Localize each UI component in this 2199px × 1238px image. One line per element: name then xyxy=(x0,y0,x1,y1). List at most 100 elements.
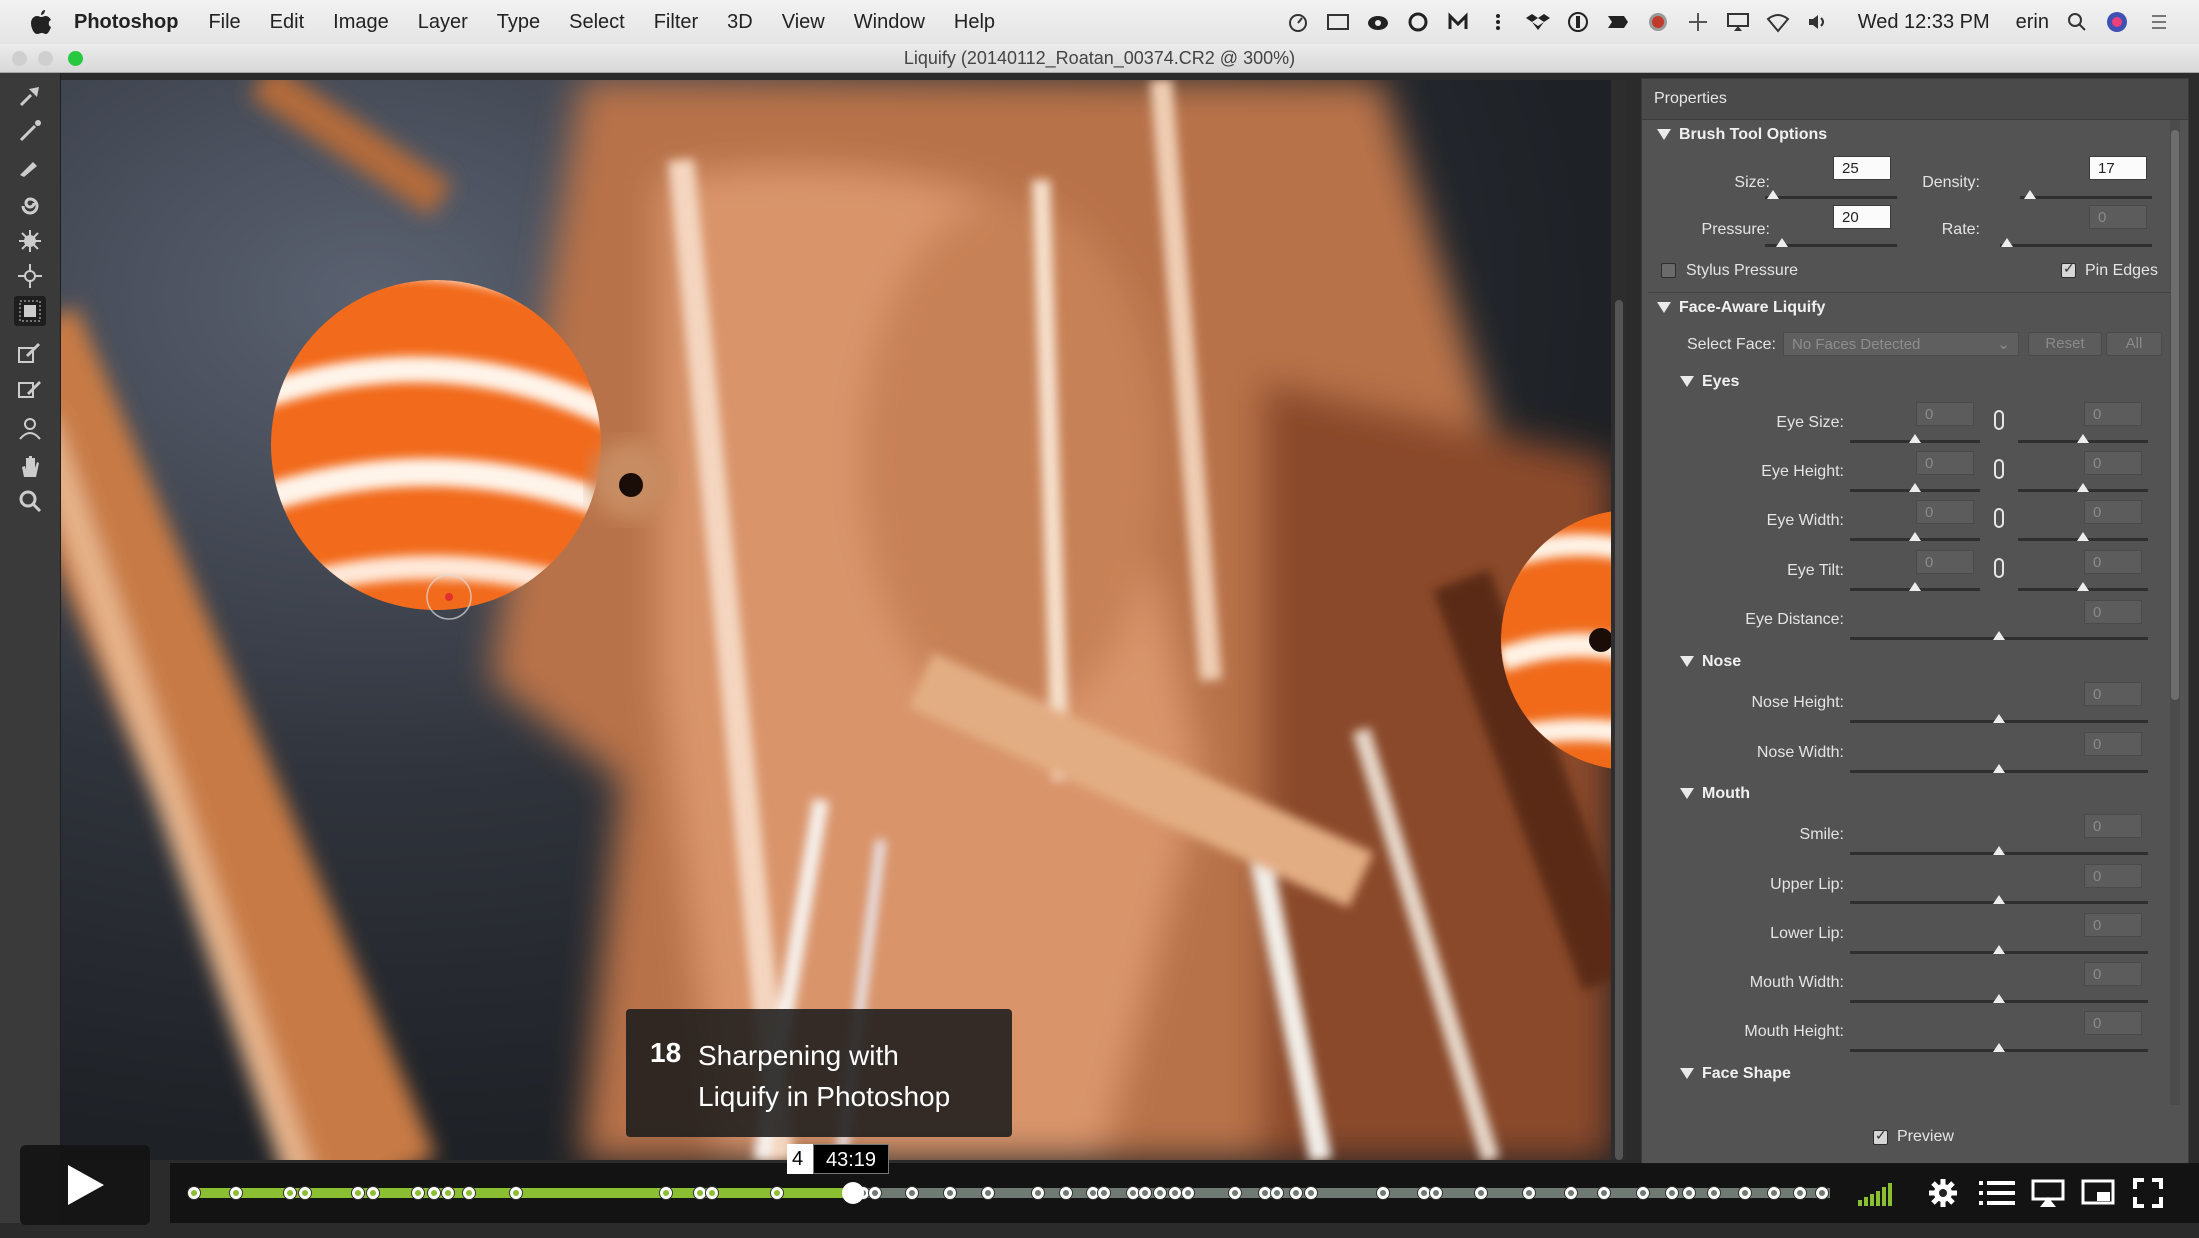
face-tool[interactable] xyxy=(14,413,46,443)
chapter-marker-dot[interactable] xyxy=(1794,1187,1806,1199)
chapter-marker-dot[interactable] xyxy=(442,1187,454,1199)
play-button[interactable] xyxy=(20,1145,150,1225)
chapter-marker-dot[interactable] xyxy=(694,1187,706,1199)
chapter-marker-dot[interactable] xyxy=(367,1187,379,1199)
reconstruct-tool[interactable] xyxy=(14,116,46,146)
record-icon[interactable] xyxy=(1646,10,1670,34)
chapter-marker-dot[interactable] xyxy=(1229,1187,1241,1199)
chapter-marker-dot[interactable] xyxy=(1377,1187,1389,1199)
density-slider-track[interactable] xyxy=(2020,196,2152,199)
chapter-marker-dot[interactable] xyxy=(1154,1187,1166,1199)
chapter-marker-dot[interactable] xyxy=(944,1187,956,1199)
chapter-marker-dot[interactable] xyxy=(1430,1187,1442,1199)
menu-window[interactable]: Window xyxy=(854,11,925,34)
face-shape-section-header[interactable]: Face Shape xyxy=(1680,1065,1791,1083)
chapter-marker-dot[interactable] xyxy=(1127,1187,1139,1199)
density-field[interactable]: 17 xyxy=(2089,156,2147,180)
minimize-window-button[interactable] xyxy=(38,51,53,66)
chapter-marker-dot[interactable] xyxy=(869,1187,881,1199)
canvas-scroll-thumb[interactable] xyxy=(1615,300,1623,1160)
push-left-tool[interactable] xyxy=(14,296,46,326)
freeze-mask-tool[interactable] xyxy=(14,338,46,368)
chapter-marker-dot[interactable] xyxy=(463,1187,475,1199)
airplay-display-icon[interactable] xyxy=(1726,10,1750,34)
chapter-marker-dot[interactable] xyxy=(230,1187,242,1199)
menu-clock[interactable]: Wed 12:33 PM xyxy=(1858,11,1990,34)
chapter-marker-dot[interactable] xyxy=(1032,1187,1044,1199)
apple-logo-icon[interactable] xyxy=(30,9,52,35)
siri-icon[interactable] xyxy=(2105,10,2129,34)
chapter-marker-dot[interactable] xyxy=(982,1187,994,1199)
speedometer-icon[interactable] xyxy=(1286,10,1310,34)
chapter-marker-dot[interactable] xyxy=(1418,1187,1430,1199)
volume-bars-icon[interactable] xyxy=(1858,1173,1898,1213)
menu-help[interactable]: Help xyxy=(954,11,995,34)
chapter-marker-dot[interactable] xyxy=(1683,1187,1695,1199)
menu-edit[interactable]: Edit xyxy=(270,11,304,34)
zoom-tool[interactable] xyxy=(14,486,46,516)
menu-layer[interactable]: Layer xyxy=(418,11,468,34)
chapter-marker-dot[interactable] xyxy=(1708,1187,1720,1199)
hand-tool[interactable] xyxy=(14,451,46,481)
chapter-marker-dot[interactable] xyxy=(1739,1187,1751,1199)
chapter-card[interactable]: 18 Sharpening with Liquify in Photoshop xyxy=(626,1009,1012,1137)
chapter-marker-dot[interactable] xyxy=(1305,1187,1317,1199)
chapter-marker-dot[interactable] xyxy=(771,1187,783,1199)
chapter-marker-dot[interactable] xyxy=(1169,1187,1181,1199)
picture-in-picture-icon[interactable] xyxy=(2080,1173,2116,1213)
chapter-marker-dot[interactable] xyxy=(188,1187,200,1199)
move-icon[interactable] xyxy=(1686,10,1710,34)
menu-image[interactable]: Image xyxy=(333,11,389,34)
bloat-tool[interactable] xyxy=(14,261,46,291)
menu-file[interactable]: File xyxy=(208,11,240,34)
spotlight-search-icon[interactable] xyxy=(2065,10,2089,34)
pucker-tool[interactable] xyxy=(14,226,46,256)
chapter-marker-dot[interactable] xyxy=(1290,1187,1302,1199)
close-window-button[interactable] xyxy=(12,51,27,66)
chapter-marker-dot[interactable] xyxy=(428,1187,440,1199)
chapter-marker-dot[interactable] xyxy=(412,1187,424,1199)
chapter-marker-dot[interactable] xyxy=(1475,1187,1487,1199)
pressure-slider-knob[interactable] xyxy=(1776,238,1788,247)
menu-type[interactable]: Type xyxy=(497,11,540,34)
chapter-marker-dot[interactable] xyxy=(1816,1187,1828,1199)
thaw-mask-tool[interactable] xyxy=(14,373,46,403)
chapter-marker-dot[interactable] xyxy=(510,1187,522,1199)
brush-tool-options-header[interactable]: Brush Tool Options xyxy=(1657,126,1827,144)
airplay-icon[interactable] xyxy=(2030,1173,2066,1213)
preview-checkbox[interactable] xyxy=(1873,1127,1888,1145)
size-field[interactable]: 25 xyxy=(1833,156,1891,180)
progress-playhead[interactable] xyxy=(842,1182,864,1204)
app-name-menu[interactable]: Photoshop xyxy=(74,11,178,34)
chapter-marker-dot[interactable] xyxy=(284,1187,296,1199)
fullscreen-icon[interactable] xyxy=(2130,1173,2166,1213)
volume-icon[interactable] xyxy=(1806,10,1830,34)
mouth-section-header[interactable]: Mouth xyxy=(1680,785,1750,803)
face-aware-liquify-header[interactable]: Face-Aware Liquify xyxy=(1657,299,1825,317)
m-logo-icon[interactable] xyxy=(1446,10,1470,34)
chapter-marker-dot[interactable] xyxy=(1271,1187,1283,1199)
liquify-canvas[interactable] xyxy=(61,80,1611,1160)
chapter-marker-dot[interactable] xyxy=(1523,1187,1535,1199)
chapter-marker-dot[interactable] xyxy=(706,1187,718,1199)
pressure-field[interactable]: 20 xyxy=(1833,205,1891,229)
chapter-marker-dot[interactable] xyxy=(1666,1187,1678,1199)
chapter-marker-dot[interactable] xyxy=(1259,1187,1271,1199)
menu-select[interactable]: Select xyxy=(569,11,625,34)
nose-section-header[interactable]: Nose xyxy=(1680,653,1741,671)
chapter-marker-dot[interactable] xyxy=(906,1187,918,1199)
eyes-section-header[interactable]: Eyes xyxy=(1680,373,1739,391)
chapter-marker-dot[interactable] xyxy=(1768,1187,1780,1199)
chapter-marker-dot[interactable] xyxy=(1098,1187,1110,1199)
creative-cloud-icon[interactable] xyxy=(1366,10,1390,34)
dropbox-icon[interactable] xyxy=(1525,10,1550,34)
arrow-stack-icon[interactable] xyxy=(1606,10,1630,34)
chapter-marker-dot[interactable] xyxy=(299,1187,311,1199)
chapter-marker-dot[interactable] xyxy=(1637,1187,1649,1199)
size-slider-knob[interactable] xyxy=(1767,190,1779,199)
circle-o-icon[interactable] xyxy=(1406,10,1430,34)
menu-view[interactable]: View xyxy=(782,11,825,34)
window-icon[interactable] xyxy=(1326,10,1350,34)
size-slider-track[interactable] xyxy=(1765,196,1897,199)
chapter-marker-dot[interactable] xyxy=(352,1187,364,1199)
